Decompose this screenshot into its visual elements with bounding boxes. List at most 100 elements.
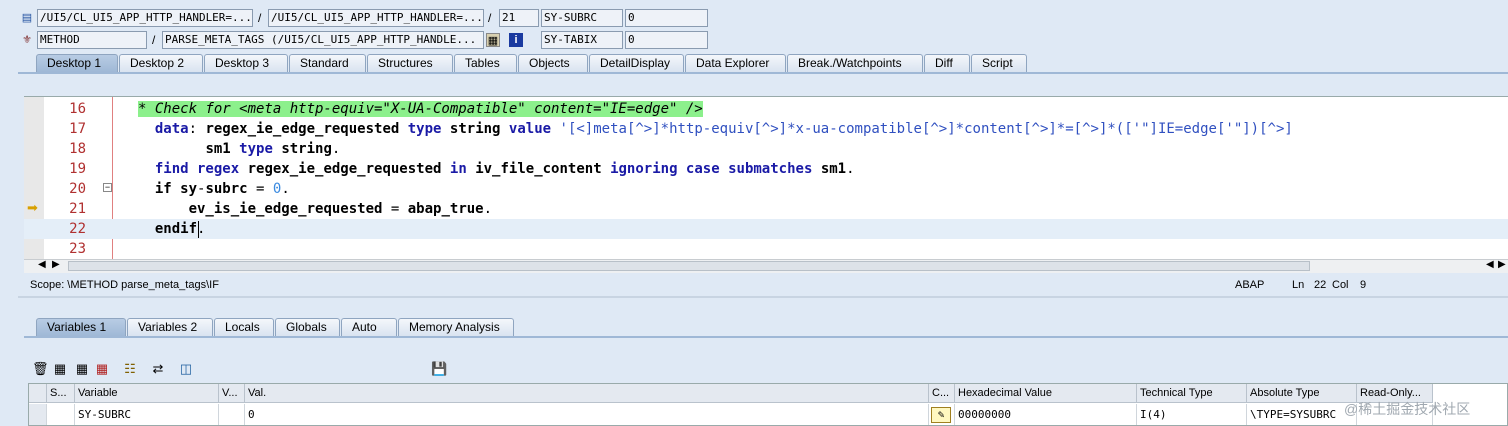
horizontal-scrollbar[interactable]: ◀ ▶ ◀ ▶ — [24, 259, 1508, 273]
text-cursor — [198, 221, 199, 238]
program-field[interactable]: /UI5/CL_UI5_APP_HTTP_HANDLER=... — [37, 9, 253, 27]
code-text: * Check for <meta http-equiv="X-UA-Compa… — [138, 101, 703, 117]
program-icon: ▤ — [21, 11, 33, 24]
splitter[interactable] — [18, 296, 1508, 298]
separator: / — [152, 33, 156, 47]
code-line[interactable]: 16 * Check for <meta http-equiv="X-UA-Com… — [24, 99, 1508, 119]
edit-pencil-icon[interactable]: ✎ — [931, 407, 951, 423]
scroll-right-icon[interactable]: ▶ — [52, 259, 60, 270]
col-header-selector[interactable] — [29, 384, 47, 403]
variable-tabs: Variables 1 Variables 2 Locals Globals A… — [36, 318, 515, 336]
type-field[interactable]: METHOD — [37, 31, 147, 49]
variables-grid: S... Variable V... Val. C... Hexadecimal… — [28, 383, 1508, 426]
desktop-tabs: Desktop 1 Desktop 2 Desktop 3 Standard S… — [36, 54, 1028, 72]
code-line[interactable]: 22 endif. — [24, 219, 1508, 239]
code-line[interactable]: 21 ev_is_ie_edge_requested = abap_true. — [24, 199, 1508, 219]
cell-absolute-type: \TYPE=SYSUBRC — [1247, 404, 1357, 425]
code-line[interactable]: 23 — [24, 239, 1508, 259]
cell-v — [219, 404, 245, 425]
line-number: 16 — [69, 101, 86, 117]
sysvar2-name: SY-TABIX — [541, 31, 623, 49]
code-line[interactable]: 18 sm1 type string. — [24, 139, 1508, 159]
tab-desktop-1[interactable]: Desktop 1 — [36, 54, 118, 72]
line-number: 21 — [69, 201, 86, 217]
editor-status-bar: Scope: \METHOD parse_meta_tags\IF ABAP L… — [24, 275, 1508, 295]
code-line[interactable]: 19 find regex regex_ie_edge_requested in… — [24, 159, 1508, 179]
execution-arrow-icon: ➡ — [27, 200, 38, 215]
code-text: ev_is_ie_edge_requested = abap_true. — [188, 201, 493, 217]
col-header-variable[interactable]: Variable — [75, 384, 219, 403]
fold-toggle-icon[interactable]: − — [103, 183, 112, 192]
tab-detaildisplay[interactable]: DetailDisplay — [589, 54, 684, 72]
col-header-absolute-type[interactable]: Absolute Type — [1247, 384, 1357, 403]
transfer-icon[interactable]: ⇄ — [150, 361, 166, 377]
delete-icon[interactable]: 🗑 — [32, 361, 49, 377]
line-number: 23 — [69, 241, 86, 257]
sysvar1-name: SY-SUBRC — [541, 9, 623, 27]
value-help-icon[interactable]: ▦ — [486, 33, 500, 47]
tab-globals[interactable]: Globals — [275, 318, 340, 336]
append-row-icon[interactable]: ▦ — [74, 361, 90, 377]
cell-hex: 00000000 — [955, 404, 1137, 425]
tab-desktop-3[interactable]: Desktop 3 — [204, 54, 288, 72]
separator: / — [258, 11, 262, 25]
tab-objects[interactable]: Objects — [518, 54, 588, 72]
code-text: endif. — [154, 221, 206, 237]
cell-technical-type: I(4) — [1137, 404, 1247, 425]
line-number: 18 — [69, 141, 86, 157]
save-icon[interactable]: 💾 — [431, 361, 447, 377]
tab-variables-2[interactable]: Variables 2 — [127, 318, 213, 336]
scroll-left-icon[interactable]: ◀ — [38, 259, 46, 270]
tab-variables-1[interactable]: Variables 1 — [36, 318, 126, 336]
line-number: 22 — [69, 221, 86, 237]
tab-diff[interactable]: Diff — [924, 54, 970, 72]
include-field[interactable]: /UI5/CL_UI5_APP_HTTP_HANDLER=... — [268, 9, 484, 27]
row-selector[interactable] — [29, 404, 47, 425]
cell-s — [47, 404, 75, 425]
tab-standard[interactable]: Standard — [289, 54, 366, 72]
cell-value[interactable]: 0 — [245, 404, 929, 425]
code-line[interactable]: 20 if sy-subrc = 0. — [24, 179, 1508, 199]
col-header-v[interactable]: V... — [219, 384, 245, 403]
scroll-right-end-icon[interactable]: ◀ — [1486, 259, 1494, 270]
col-header-s[interactable]: S... — [47, 384, 75, 403]
tab-script[interactable]: Script — [971, 54, 1027, 72]
code-text: data: regex_ie_edge_requested type strin… — [154, 121, 1293, 137]
tab-data-explorer[interactable]: Data Explorer — [685, 54, 786, 72]
code-editor[interactable]: 16 * Check for <meta http-equiv="X-UA-Com… — [24, 96, 1508, 259]
tab-breakpoints[interactable]: Break./Watchpoints — [787, 54, 923, 72]
language-text: ABAP — [1235, 279, 1265, 291]
scroll-right-end2-icon[interactable]: ▶ — [1498, 259, 1506, 270]
method-name-field[interactable]: PARSE_META_TAGS (/UI5/CL_UI5_APP_HTTP_HA… — [162, 31, 484, 49]
col-header-c[interactable]: C... — [929, 384, 955, 403]
tab-tables[interactable]: Tables — [454, 54, 517, 72]
sysvar1-value[interactable]: 0 — [625, 9, 708, 27]
insert-row-icon[interactable]: ▦ — [52, 361, 68, 377]
delete-row-icon[interactable]: ▦ — [94, 361, 110, 377]
scroll-thumb[interactable] — [68, 261, 1310, 271]
code-line[interactable]: 17 data: regex_ie_edge_requested type st… — [24, 119, 1508, 139]
tab-auto[interactable]: Auto — [341, 318, 397, 336]
line-number: 19 — [69, 161, 86, 177]
separator: / — [488, 11, 492, 25]
col-header-hex[interactable]: Hexadecimal Value — [955, 384, 1137, 403]
cell-change[interactable]: ✎ — [929, 404, 955, 425]
tab-structures[interactable]: Structures — [367, 54, 453, 72]
line-field[interactable]: 21 — [499, 9, 539, 27]
col-header-technical-type[interactable]: Technical Type — [1137, 384, 1247, 403]
column-number: 9 — [1360, 279, 1367, 291]
tab-locals[interactable]: Locals — [214, 318, 274, 336]
col-header-value[interactable]: Val. — [245, 384, 929, 403]
code-text: find regex regex_ie_edge_requested in iv… — [154, 161, 855, 177]
tab-memory-analysis[interactable]: Memory Analysis — [398, 318, 514, 336]
sysvar2-value[interactable]: 0 — [625, 31, 708, 49]
cell-variable[interactable]: SY-SUBRC — [75, 404, 219, 425]
watermark: @稀土掘金技术社区 — [1344, 401, 1471, 417]
tooltip-icon[interactable]: ◫ — [178, 361, 194, 377]
line-label: Ln — [1292, 279, 1305, 291]
tab-desktop-2[interactable]: Desktop 2 — [119, 54, 203, 72]
hierarchy-icon[interactable]: ☷ — [122, 361, 138, 377]
scope-text: Scope: \METHOD parse_meta_tags\IF — [30, 279, 219, 291]
line-number: 20 — [69, 181, 86, 197]
info-icon[interactable]: i — [509, 33, 523, 47]
